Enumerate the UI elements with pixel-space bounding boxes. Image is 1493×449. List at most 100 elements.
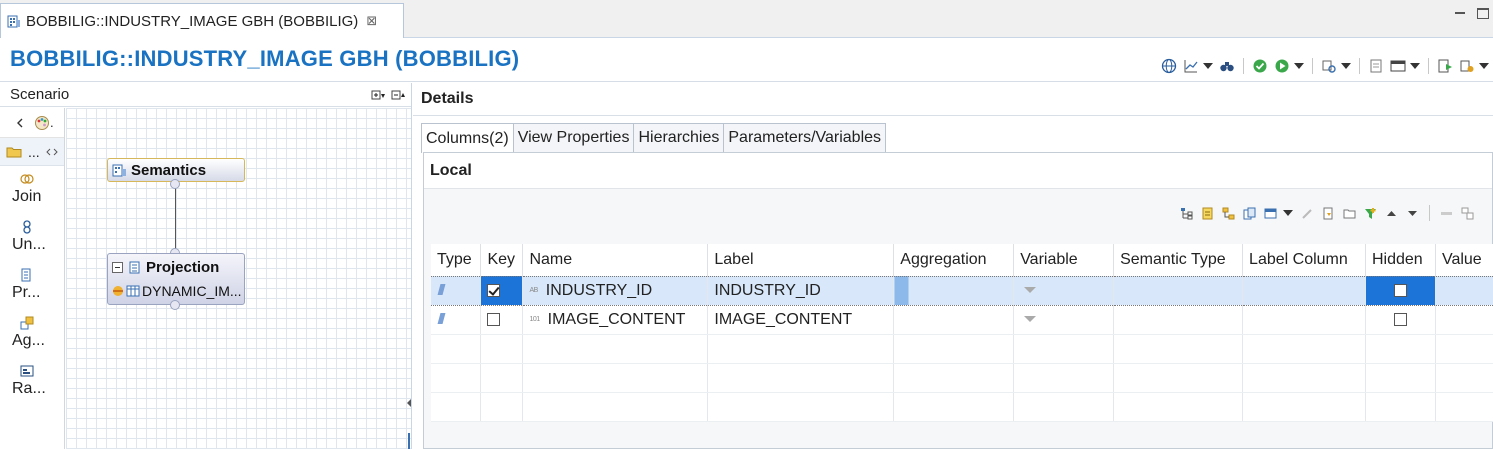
collapse-all-icon[interactable]: [391, 89, 405, 101]
hidden-checkbox[interactable]: [1393, 312, 1407, 326]
chevron-down-icon[interactable]: [1203, 63, 1213, 69]
column-header-hidden[interactable]: Hidden: [1365, 244, 1436, 276]
label-column-cell[interactable]: [1242, 275, 1366, 306]
close-icon[interactable]: ⊠: [366, 13, 377, 29]
semantic-type-cell[interactable]: [1113, 275, 1244, 306]
connector-port[interactable]: [170, 179, 180, 189]
empty-row: [431, 363, 1493, 393]
import-icon[interactable]: [1322, 207, 1335, 220]
palette-item-join[interactable]: Join: [0, 166, 64, 214]
name-cell[interactable]: AB INDUSTRY_ID: [522, 275, 709, 306]
palette-pointer[interactable]: .: [34, 115, 54, 131]
aggregation-cell[interactable]: [893, 275, 1015, 306]
column-header-type[interactable]: Type: [431, 244, 482, 276]
variable-cell[interactable]: [1013, 305, 1115, 335]
palette-item-projection[interactable]: Pr...: [0, 262, 64, 310]
table-row[interactable]: AB INDUSTRY_ID INDUSTRY_ID: [431, 275, 1493, 306]
name-cell[interactable]: 101 IMAGE_CONTENT: [522, 305, 709, 335]
tab-columns[interactable]: Columns(2): [421, 123, 514, 153]
layout-icon[interactable]: [1461, 207, 1474, 220]
move-up-icon[interactable]: [1385, 207, 1398, 220]
projection-node[interactable]: Projection DYNAMIC_IM...: [107, 253, 245, 305]
editor-header: BOBBILIG::INDUSTRY_IMAGE GBH (BOBBILIG): [0, 38, 1493, 82]
column-header-variable[interactable]: Variable: [1013, 244, 1115, 276]
binoculars-icon[interactable]: [1219, 58, 1235, 74]
editor-tab[interactable]: BOBBILIG::INDUSTRY_IMAGE GBH (BOBBILIG) …: [0, 3, 404, 38]
collapse-icon[interactable]: [112, 261, 123, 273]
variable-cell[interactable]: [1013, 275, 1115, 306]
pencil-icon[interactable]: [1301, 207, 1314, 220]
activate-icon[interactable]: [1274, 58, 1290, 74]
column-header-aggregation[interactable]: Aggregation: [893, 244, 1015, 276]
table-settings-icon[interactable]: [1264, 207, 1277, 220]
column-header-value[interactable]: Value: [1435, 244, 1493, 276]
tab-view-properties[interactable]: View Properties: [512, 123, 635, 152]
folder-outline-icon[interactable]: [1343, 207, 1356, 220]
aggregation-cell[interactable]: [893, 305, 1015, 335]
palette-item-aggregation[interactable]: Ag...: [0, 310, 64, 358]
collapse-arrows-icon[interactable]: [45, 148, 58, 156]
filter-icon[interactable]: [1024, 316, 1037, 323]
document-icon[interactable]: [1368, 58, 1384, 74]
value-cell[interactable]: [1435, 305, 1493, 335]
chevron-down-icon[interactable]: [1479, 63, 1489, 69]
tree-icon[interactable]: [1180, 207, 1193, 220]
local-columns-panel: Local Type Key Name Label Aggregation Va…: [423, 152, 1493, 449]
add-filter-icon[interactable]: [1364, 207, 1377, 220]
label-cell[interactable]: IMAGE_CONTENT: [707, 305, 895, 335]
key-cell[interactable]: [480, 275, 524, 306]
key-cell[interactable]: [480, 305, 524, 335]
column-header-label[interactable]: Label: [707, 244, 895, 276]
semantic-type-cell[interactable]: [1113, 305, 1244, 335]
expand-all-icon[interactable]: [371, 89, 385, 101]
palette-item-label: Ag...: [12, 332, 45, 349]
palette-item-rank[interactable]: Ra...: [0, 358, 64, 406]
scenario-canvas[interactable]: Semantics Projection DYNAMIC_IM...: [66, 108, 411, 449]
note-icon[interactable]: [1201, 207, 1214, 220]
column-header-name[interactable]: Name: [522, 244, 709, 276]
hidden-checkbox[interactable]: [1393, 283, 1407, 297]
chart-icon[interactable]: [1183, 58, 1199, 74]
panel-sash-handle[interactable]: [407, 383, 411, 449]
data-preview-icon[interactable]: [1321, 58, 1337, 74]
folder-icon[interactable]: [6, 145, 22, 159]
column-header-key[interactable]: Key: [480, 244, 524, 276]
tab-parameters-variables[interactable]: Parameters/Variables: [723, 123, 887, 152]
maximize-icon[interactable]: [1477, 8, 1489, 19]
palette-item-union[interactable]: Un...: [0, 214, 64, 262]
table-icon[interactable]: [1390, 58, 1406, 74]
window-controls: [1453, 6, 1489, 20]
validate-icon[interactable]: [1252, 58, 1268, 74]
empty-row: [431, 392, 1493, 422]
minimize-icon[interactable]: [1453, 6, 1467, 20]
label-cell[interactable]: INDUSTRY_ID: [707, 275, 895, 306]
settings-icon[interactable]: [1459, 58, 1475, 74]
globe-icon[interactable]: [1161, 58, 1177, 74]
filter-icon[interactable]: [1024, 287, 1037, 294]
table-row[interactable]: 101 IMAGE_CONTENT IMAGE_CONTENT: [431, 305, 1493, 335]
rank-icon: [20, 365, 34, 377]
chevron-left-icon[interactable]: [16, 117, 24, 129]
chevron-down-icon[interactable]: [1294, 63, 1304, 69]
chevron-down-icon[interactable]: [1283, 210, 1293, 216]
hierarchy-icon[interactable]: [1222, 207, 1235, 220]
hidden-cell[interactable]: [1365, 305, 1436, 335]
move-down-icon[interactable]: [1406, 207, 1419, 220]
deploy-icon[interactable]: [1437, 58, 1453, 74]
scenario-header: Scenario: [0, 83, 411, 107]
tab-hierarchies[interactable]: Hierarchies: [633, 123, 725, 152]
column-header-semantic-type[interactable]: Semantic Type: [1113, 244, 1244, 276]
key-checkbox[interactable]: [487, 283, 501, 297]
column-header-label-column[interactable]: Label Column: [1242, 244, 1366, 276]
value-cell[interactable]: [1435, 275, 1493, 306]
key-checkbox[interactable]: [487, 312, 501, 326]
chevron-down-icon[interactable]: [1410, 63, 1420, 69]
ruler-icon[interactable]: [1440, 207, 1453, 220]
copy-icon[interactable]: [1243, 207, 1256, 220]
connector-port[interactable]: [170, 300, 180, 310]
color-palette-icon: [35, 115, 49, 130]
chevron-down-icon[interactable]: [1341, 63, 1351, 69]
toolbar-separator: [1428, 58, 1429, 74]
hidden-cell[interactable]: [1365, 275, 1436, 306]
label-column-cell[interactable]: [1242, 305, 1366, 335]
